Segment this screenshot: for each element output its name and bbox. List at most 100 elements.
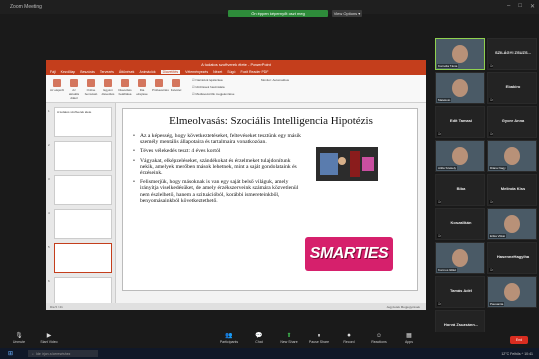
- toolbar-button[interactable]: 💬 Chat: [244, 332, 274, 344]
- close-icon[interactable]: ✕: [530, 3, 535, 10]
- participant-tile[interactable]: Diána Nagy: [487, 140, 537, 172]
- participant-name: HasenneHagyiha: [496, 254, 530, 259]
- ribbon-button-label: Dia elrejtése: [136, 88, 148, 96]
- smarties-image: SMARTIES: [305, 237, 393, 271]
- ppt-tab[interactable]: Beszúrás: [80, 70, 95, 74]
- windows-start-icon[interactable]: ⊞: [8, 350, 13, 357]
- ppt-tab[interactable]: Nézet: [213, 70, 222, 74]
- participant-tile[interactable]: HasenneHagyiha 🎙̸: [487, 242, 537, 274]
- ribbon-button[interactable]: Az elejéről: [50, 77, 64, 97]
- slide-thumbnail[interactable]: [54, 209, 112, 239]
- ribbon-button[interactable]: Az aktuális diától: [67, 77, 81, 100]
- ribbon-button[interactable]: Diavetítés beállítása: [118, 77, 132, 97]
- ppt-tab[interactable]: Foxit Reader PDF: [240, 70, 268, 74]
- participant-video: [452, 45, 468, 63]
- participant-name: Kornélia Tánia: [437, 64, 459, 68]
- ppt-tab[interactable]: Fájl: [50, 70, 56, 74]
- monitor-select[interactable]: Monitor: Automatikus: [261, 78, 289, 82]
- participant-tile[interactable]: Kormos Ildikó: [435, 242, 485, 274]
- muted-mic-icon: 🎙̸: [489, 98, 494, 102]
- toolbar-button[interactable]: ☺ Reactions: [364, 332, 394, 344]
- toolbar-icon: ⏺: [347, 333, 351, 339]
- ppt-tab[interactable]: Áttűnések: [119, 70, 135, 74]
- toolbar-button[interactable]: 👥 Participants: [214, 332, 244, 344]
- ribbon-button-icon: [104, 79, 112, 87]
- participant-tile[interactable]: Tamás Adél 🎙̸: [435, 276, 485, 308]
- maximize-icon[interactable]: □: [518, 3, 522, 10]
- participant-tile[interactable]: Kornélia Tánia: [435, 38, 485, 70]
- ribbon-checkbox-label: Időzítések használata: [195, 85, 225, 89]
- ppt-tab[interactable]: Animációk: [139, 70, 155, 74]
- toolbar-label: Pause Share: [308, 340, 330, 344]
- participant-tile[interactable]: Attila Szekely: [435, 140, 485, 172]
- bullet-item: Az a képesség, hogy következtetéseket, f…: [133, 133, 303, 145]
- participant-name: Kormos Ildikó: [437, 268, 458, 272]
- ribbon-button[interactable]: Egyéni diavetítés: [101, 77, 115, 97]
- participant-tile[interactable]: Matekoto: [435, 72, 485, 104]
- toolbar-button[interactable]: ⬆ New Share: [274, 332, 304, 344]
- notes-comments[interactable]: Jegyzetek Megjegyzések: [386, 305, 420, 309]
- ribbon-checkbox[interactable]: ☑ Narrációk lejátszása: [192, 78, 223, 82]
- toolbar-button[interactable]: ▶ Start Video: [34, 332, 64, 344]
- toolbar-button[interactable]: ⏸ Pause Share: [304, 332, 334, 344]
- ribbon-button[interactable]: Dia elrejtése: [135, 77, 149, 97]
- ppt-tab[interactable]: Tervezés: [100, 70, 114, 74]
- participant-name: Horvá Zsuzsánn...: [443, 322, 479, 327]
- ribbon-button[interactable]: Próbavetítés: [152, 77, 169, 97]
- ppt-tab[interactable]: Kezdőlap: [61, 70, 76, 74]
- ppt-tab[interactable]: Súgó: [227, 70, 235, 74]
- participant-tile[interactable]: Erika Vitkai: [487, 208, 537, 240]
- muted-mic-icon: 🎙̸: [437, 200, 442, 204]
- participant-name: Melinda Kiss: [500, 186, 526, 191]
- ribbon-button-label: Egyéni diavetítés: [101, 88, 115, 96]
- ribbon-button-label: Az aktuális diától: [68, 88, 80, 100]
- participant-name: SZILÁGYI ZSUZS...: [494, 50, 531, 55]
- sharing-banner: Ön éppen képernyőt oszt meg: [228, 10, 328, 17]
- view-options-button[interactable]: View Options ▾: [332, 10, 362, 17]
- ribbon-button-label: Az elejéről: [50, 88, 65, 92]
- slide-thumbnail[interactable]: A tudatos szoftverek élete: [54, 107, 112, 137]
- windows-taskbar: ⊞ ⌕ Ide írjon a kereséshez 12°C Felhős ^…: [0, 348, 539, 359]
- participant-tile[interactable]: Gyore Anna 🎙̸: [487, 106, 537, 138]
- participant-name: Attila Szekely: [437, 166, 458, 170]
- slide-thumbnail[interactable]: [54, 243, 112, 273]
- participant-name: Biba: [456, 186, 466, 191]
- ppt-tab[interactable]: Véleményezés: [185, 70, 208, 74]
- bullet-item: Vágyakat, elképzeléseket, szándékokat és…: [133, 158, 303, 177]
- puppet-scene-image: [316, 147, 378, 181]
- participant-tile[interactable]: Pausanita: [487, 276, 537, 308]
- ribbon-button[interactable]: Felvétel: [169, 77, 183, 97]
- taskbar-search-input[interactable]: ⌕ Ide írjon a kereséshez: [28, 350, 98, 357]
- toolbar-label: Apps: [405, 340, 413, 344]
- ppt-tab[interactable]: Diavetítés: [160, 69, 181, 74]
- slide-thumbnail[interactable]: [54, 175, 112, 205]
- toolbar-label: Chat: [255, 340, 263, 344]
- muted-mic-icon: 🎙̸: [489, 200, 494, 204]
- toolbar-button[interactable]: ⏺ Record: [334, 332, 364, 344]
- participant-video: [452, 147, 468, 165]
- slide-bullets: Az a képesség, hogy következtetéseket, f…: [133, 133, 303, 207]
- search-icon: ⌕: [32, 351, 34, 356]
- ribbon-checkbox[interactable]: ☑ Médiavezérlők megjelenítése: [192, 92, 234, 96]
- ribbon-button[interactable]: Online bemutató: [84, 77, 98, 97]
- participant-tile[interactable]: Edit Tamasi 🎙̸: [435, 106, 485, 138]
- ribbon-button-label: Online bemutató: [84, 88, 98, 96]
- toolbar-label: New Share: [280, 340, 298, 344]
- participant-tile[interactable]: Koszalikán 🎙̸: [435, 208, 485, 240]
- participant-tile[interactable]: SZILÁGYI ZSUZS... 🎙̸: [487, 38, 537, 70]
- participant-tile[interactable]: Biba 🎙̸: [435, 174, 485, 206]
- toolbar-button[interactable]: 🎙 Unmute: [4, 332, 34, 344]
- toolbar-icon: 💬: [255, 333, 263, 339]
- ppt-ribbon-tabs: Fájl Kezdőlap Beszúrás Tervezés Áttűnések Ani…: [46, 68, 426, 75]
- participant-tile[interactable]: Melinda Kiss 🎙̸: [487, 174, 537, 206]
- ribbon-checkbox[interactable]: ☑ Időzítések használata: [192, 85, 225, 89]
- end-meeting-button[interactable]: End: [510, 336, 528, 344]
- slide-thumbnail[interactable]: [54, 141, 112, 171]
- participant-tile[interactable]: Ebakiro 🎙̸: [487, 72, 537, 104]
- ribbon-checkbox-label: Médiavezérlők megjelenítése: [195, 92, 235, 96]
- ribbon-button-icon: [70, 79, 78, 87]
- minimize-icon[interactable]: –: [507, 3, 510, 10]
- participant-video: [452, 249, 468, 267]
- ribbon-button-label: Próbavetítés: [152, 88, 169, 92]
- toolbar-button[interactable]: ▦ Apps: [394, 332, 424, 344]
